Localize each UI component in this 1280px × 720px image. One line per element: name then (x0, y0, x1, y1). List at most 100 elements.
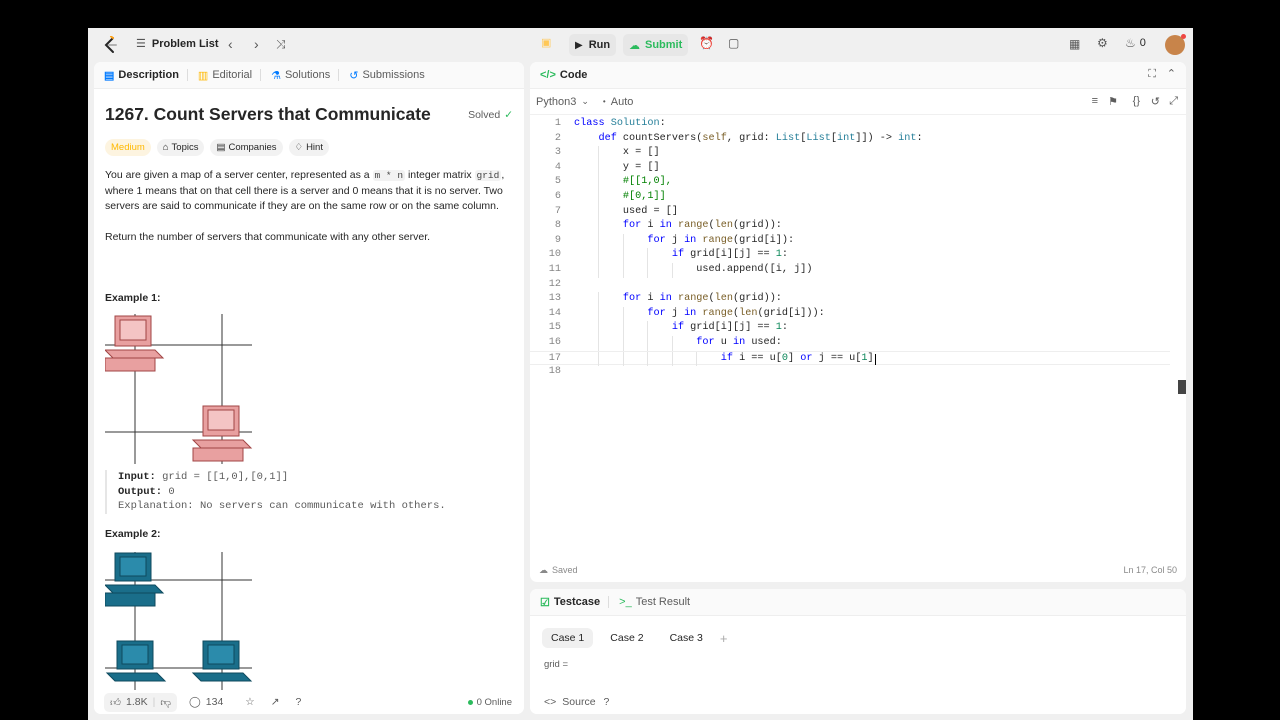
code-line[interactable]: 14 for j in range(len(grid[i])): (530, 306, 1170, 322)
comments-button[interactable]: ◯ 134 (189, 696, 223, 708)
code-line[interactable]: 4 y = [] (530, 160, 1170, 176)
topics-chip[interactable]: ⌂ Topics (156, 139, 205, 156)
code-line[interactable]: 8 for i in range(len(grid)): (530, 219, 1170, 234)
difficulty-badge[interactable]: Medium (105, 139, 151, 156)
hint-chip[interactable]: ♢ Hint (288, 139, 329, 156)
source-label[interactable]: Source (562, 696, 595, 708)
help-icon[interactable]: ? (296, 696, 302, 708)
tab-description-label: Description (118, 69, 179, 81)
star-icon[interactable]: ☆ (245, 696, 254, 708)
statement-text: integer matrix (405, 169, 475, 181)
collapse-icon[interactable]: ⌃ (1167, 67, 1176, 80)
bullet-icon: • (602, 97, 606, 106)
solved-status: Solved ✓ (468, 109, 513, 121)
explanation-value: No servers can communicate with others. (199, 500, 446, 512)
case-tab-1[interactable]: Case 1 (542, 628, 594, 648)
debug-icon[interactable]: ▣ (541, 38, 551, 49)
help-icon[interactable]: ? (604, 696, 610, 708)
cursor-position: Ln 17, Col 50 (1123, 565, 1177, 575)
case-tab-3[interactable]: Case 3 (661, 628, 712, 648)
add-case-icon[interactable]: + (720, 631, 728, 646)
param-label: grid = (544, 659, 569, 670)
note-icon[interactable]: ▢ (728, 37, 739, 49)
braces-icon[interactable]: {} (1133, 95, 1140, 107)
run-button[interactable]: ▶ Run (569, 34, 617, 56)
code-line[interactable]: 17 if i == u[0] or j == u[1] (530, 350, 1170, 367)
code-line[interactable]: 6 #[0,1]] (530, 189, 1170, 205)
fullscreen-icon[interactable]: ⤢ (1169, 95, 1178, 108)
notification-dot (1181, 34, 1186, 39)
code-line[interactable]: 11 used.append([i, j]) (530, 262, 1170, 278)
code-text: def countServers(self, grid: List[List[i… (598, 132, 923, 144)
leetcode-app: ☰ Problem List ‹ › ⤨ ▣ ▶ Run ☁ Submit ⏰ … (88, 28, 1193, 720)
tab-submissions[interactable]: ↺ Submissions (349, 69, 425, 82)
reset-icon[interactable]: ↺ (1151, 95, 1160, 108)
tab-editorial-label: Editorial (212, 69, 253, 81)
problem-description: 1267. Count Servers that Communicate Sol… (105, 104, 515, 692)
like-divider: | (152, 696, 156, 708)
tab-divider (260, 69, 262, 81)
code-text: for j in range(grid[i]): (647, 234, 795, 246)
maximize-icon[interactable]: ⛶ (1148, 68, 1156, 81)
tab-solutions[interactable]: ⚗ Solutions (271, 69, 330, 82)
tab-divider (186, 69, 188, 81)
problem-tags: Medium ⌂ Topics ▤ Companies ♢ Hint (105, 139, 515, 156)
auto-mode-toggle[interactable]: • Auto (603, 96, 633, 108)
editor-toolbar: Python3 ⌄ • Auto ≡ ⚑ {} ↺ ⤢ (530, 89, 1186, 115)
alarm-clock-icon[interactable]: ⏰ (699, 37, 714, 49)
problem-title[interactable]: 1267. Count Servers that Communicate (105, 104, 515, 125)
tab-code[interactable]: </> Code (540, 69, 587, 81)
submit-button[interactable]: ☁ Submit (623, 34, 689, 56)
bookmark-icon[interactable]: ⚑ (1108, 95, 1118, 108)
thumbs-down-icon: 👎︎ (160, 696, 171, 709)
line-number: 12 (548, 278, 561, 290)
code-line[interactable]: 3 x = [] (530, 146, 1170, 161)
code-line[interactable]: 18 (530, 365, 1170, 380)
description-footer: 👍︎ 1.8K | 👎︎ ◯ 134 ☆ ↗ ? 0 Online (94, 690, 524, 714)
saved-label: Saved (552, 565, 578, 575)
prev-problem-icon[interactable]: ‹ (228, 37, 233, 51)
test-tab-bar: ☑ Testcase >_ Test Result (530, 589, 1186, 616)
code-line[interactable]: 16 for u in used: (530, 335, 1170, 351)
next-problem-icon[interactable]: › (254, 37, 259, 51)
like-button[interactable]: 👍︎ 1.8K | 👎︎ (104, 692, 177, 712)
fire-icon: ♨ (1125, 36, 1136, 50)
server-icon (105, 315, 165, 372)
scrollbar-thumb[interactable] (1178, 380, 1186, 394)
language-select[interactable]: Python3 ⌄ (536, 96, 589, 108)
case-tab-2[interactable]: Case 2 (601, 628, 652, 648)
code-text: x = [] (574, 147, 660, 159)
terminal-icon: >_ (619, 596, 632, 608)
tab-test-result[interactable]: >_ Test Result (619, 596, 690, 608)
code-line[interactable]: 7 used = [] (530, 204, 1170, 220)
checkbox-icon: ☑ (540, 596, 550, 609)
code-text: for j in range(len(grid[i])): (647, 307, 825, 319)
shuffle-icon[interactable]: ⤨ (276, 38, 286, 50)
line-number: 10 (548, 249, 561, 261)
submit-label: Submit (645, 39, 683, 51)
streak-counter[interactable]: ♨ 0 (1125, 37, 1146, 49)
companies-chip[interactable]: ▤ Companies (210, 139, 283, 156)
code-line[interactable]: 2 def countServers(self, grid: List[List… (530, 132, 1170, 147)
code-line[interactable]: 13 for i in range(len(grid)): (530, 292, 1170, 307)
code-line[interactable]: 12 (530, 278, 1170, 293)
code-line[interactable]: 9 for j in range(grid[i]): (530, 233, 1170, 249)
explanation-label: Explanation: (118, 500, 194, 512)
code-editor[interactable]: 1 class Solution: 2 def countServers(self,… (530, 117, 1170, 380)
online-count: 0 Online (476, 696, 512, 708)
format-icon[interactable]: ≡ (1092, 95, 1098, 107)
tab-editorial[interactable]: ▥ Editorial (198, 69, 252, 82)
share-icon[interactable]: ↗ (271, 696, 280, 708)
layout-icon[interactable]: ▦ (1069, 38, 1080, 50)
code-line[interactable]: 5 #[[1,0], (530, 175, 1170, 190)
leetcode-logo-icon[interactable] (102, 36, 118, 54)
problem-list-button[interactable]: ☰ Problem List (136, 38, 219, 50)
tab-description[interactable]: ▤ Description (104, 69, 179, 82)
tab-testcase[interactable]: ☑ Testcase (540, 596, 600, 609)
server-icon (191, 405, 253, 462)
line-number: 17 (548, 352, 561, 364)
code-line[interactable]: 10 if grid[i][j] == 1: (530, 248, 1170, 263)
code-line[interactable]: 15 if grid[i][j] == 1: (530, 321, 1170, 336)
code-line[interactable]: 1 class Solution: (530, 117, 1170, 132)
gear-icon[interactable]: ⚙ (1097, 37, 1108, 49)
